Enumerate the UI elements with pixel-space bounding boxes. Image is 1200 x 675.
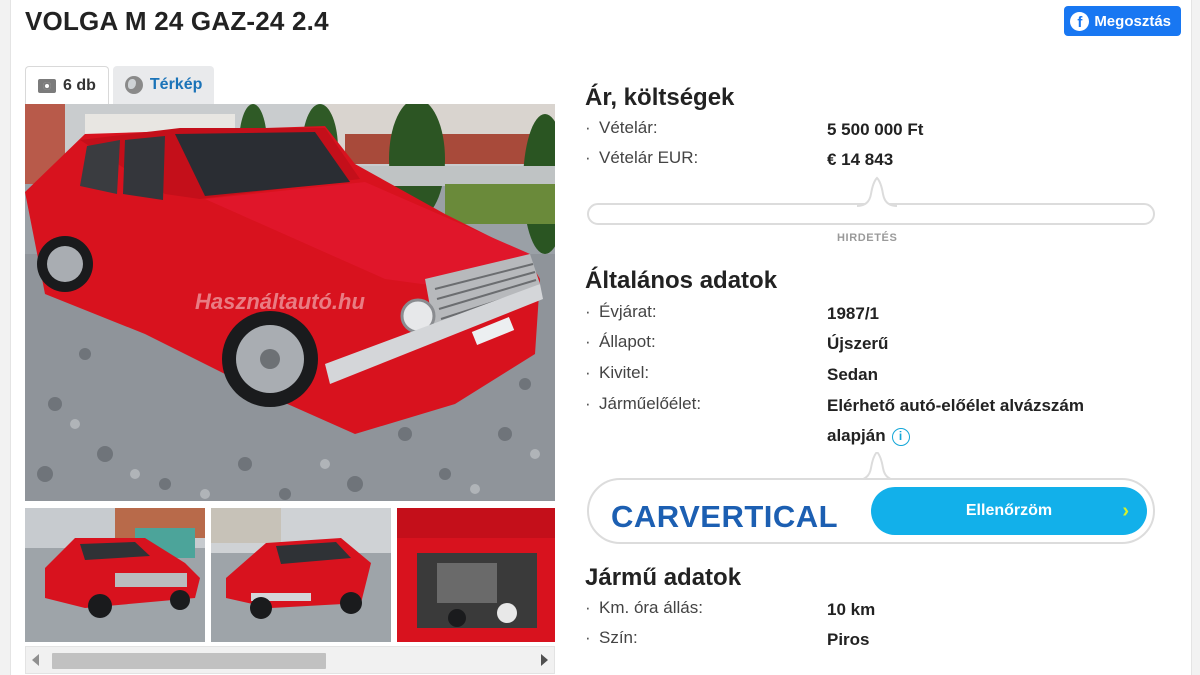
carvertical-check-button[interactable]: Ellenőrzöm › bbox=[871, 487, 1147, 535]
thumbnail-scrollbar[interactable] bbox=[25, 646, 555, 674]
photos-count: 6 db bbox=[63, 76, 96, 94]
check-button-label: Ellenőrzöm bbox=[965, 502, 1053, 519]
price-eur-label: Vételár EUR: bbox=[585, 148, 827, 174]
vehicle-heading: Jármű adatok bbox=[585, 564, 742, 591]
condition-row: Állapot: Újszerű bbox=[585, 332, 1165, 358]
general-heading: Általános adatok bbox=[585, 267, 778, 294]
history-label: Járműelőélet: bbox=[585, 394, 827, 448]
history-value-line2: alapján bbox=[827, 426, 886, 445]
mileage-row: Km. óra állás: 10 km bbox=[585, 598, 1165, 624]
body-label: Kivitel: bbox=[585, 363, 827, 389]
carvertical-logo: CARVERTICAL bbox=[611, 499, 839, 534]
share-label: Megosztás bbox=[1094, 12, 1171, 30]
price-eur-row: Vételár EUR: € 14 843 bbox=[585, 148, 1165, 174]
price-eur-value: € 14 843 bbox=[827, 150, 894, 169]
price-label: Vételár: bbox=[585, 118, 827, 144]
year-value: 1987/1 bbox=[827, 304, 879, 323]
main-photo[interactable]: Használtautó.hu bbox=[25, 104, 555, 501]
condition-label: Állapot: bbox=[585, 332, 827, 358]
scroll-thumb[interactable] bbox=[52, 653, 326, 669]
facebook-share-button[interactable]: f Megosztás bbox=[1064, 6, 1181, 36]
camera-icon bbox=[38, 78, 56, 93]
thumbnail-strip bbox=[25, 508, 555, 642]
thumbnail-1[interactable] bbox=[25, 508, 205, 642]
red-volga-photo: Használtautó.hu bbox=[25, 104, 555, 501]
listing-page: VOLGA M 24 GAZ-24 2.4 f Megosztás 6 db T… bbox=[10, 0, 1192, 675]
thumbnail-2[interactable] bbox=[211, 508, 391, 642]
globe-icon bbox=[124, 76, 143, 94]
year-row: Évjárat: 1987/1 bbox=[585, 302, 1165, 328]
color-label: Szín: bbox=[585, 628, 827, 654]
gallery-tabs: 6 db Térkép bbox=[25, 66, 215, 104]
color-row: Szín: Piros bbox=[585, 628, 1165, 654]
bubble-notch bbox=[857, 176, 897, 207]
listing-title: VOLGA M 24 GAZ-24 2.4 bbox=[25, 6, 329, 36]
tab-photos[interactable]: 6 db bbox=[25, 66, 109, 104]
scroll-right-icon[interactable] bbox=[541, 654, 548, 666]
mileage-value: 10 km bbox=[827, 600, 876, 619]
scroll-left-icon[interactable] bbox=[32, 654, 39, 666]
facebook-icon: f bbox=[1070, 11, 1090, 31]
thumbnail-3[interactable] bbox=[397, 508, 555, 642]
chevron-right-icon: › bbox=[1122, 500, 1129, 522]
mileage-label: Km. óra állás: bbox=[585, 598, 827, 624]
body-value: Sedan bbox=[827, 365, 879, 384]
ad-label: HIRDETÉS bbox=[837, 232, 898, 244]
color-value: Piros bbox=[827, 630, 870, 649]
price-value: 5 500 000 Ft bbox=[827, 120, 924, 139]
price-heading: Ár, költségek bbox=[585, 84, 735, 111]
map-tab-label: Térkép bbox=[149, 76, 203, 93]
tab-map[interactable]: Térkép bbox=[112, 66, 215, 104]
body-row: Kivitel: Sedan bbox=[585, 363, 1165, 389]
condition-value: Újszerű bbox=[827, 334, 889, 353]
history-value: Elérhető autó-előélet alvázszám alapján i bbox=[827, 391, 1084, 448]
carvertical-banner: CARVERTICAL Ellenőrzöm › bbox=[587, 478, 1155, 544]
history-row: Járműelőélet: Elérhető autó-előélet alvá… bbox=[585, 394, 1165, 448]
info-icon[interactable]: i bbox=[891, 427, 910, 446]
price-row: Vételár: 5 500 000 Ft bbox=[585, 118, 1165, 144]
watermark-text: Használtautó.hu bbox=[195, 289, 365, 314]
year-label: Évjárat: bbox=[585, 302, 827, 328]
history-value-line1: Elérhető autó-előélet alvázszám bbox=[827, 396, 1084, 415]
